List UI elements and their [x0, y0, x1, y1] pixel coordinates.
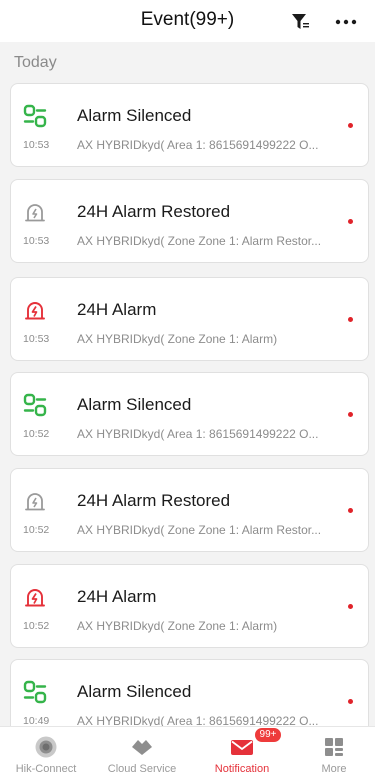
event-card[interactable]: 24H Alarm Restored 10:53 AX HYBRIDkyd( Z…: [10, 179, 369, 263]
header: Event(99+): [0, 0, 375, 42]
tab-notification[interactable]: 99+ Notification: [202, 727, 282, 779]
event-title: 24H Alarm Restored: [77, 491, 231, 510]
event-card[interactable]: 24H Alarm 10:52 AX HYBRIDkyd( Zone Zone …: [10, 564, 369, 648]
alarm-restored-icon: [25, 204, 45, 222]
unread-dot: [348, 219, 353, 224]
unread-dot: [348, 412, 353, 417]
event-description: AX HYBRIDkyd( Area 1: 8615691499222 O...: [77, 427, 319, 441]
more-options-icon[interactable]: [333, 12, 359, 32]
tab-more[interactable]: More: [294, 727, 374, 779]
section-label-today: Today: [14, 54, 57, 71]
filter-icon[interactable]: [291, 12, 311, 32]
alarm-silenced-icon: [23, 680, 47, 704]
event-card[interactable]: 24H Alarm Restored 10:52 AX HYBRIDkyd( Z…: [10, 468, 369, 552]
notification-badge: 99+: [254, 727, 282, 743]
event-card[interactable]: 24H Alarm 10:53 AX HYBRIDkyd( Zone Zone …: [10, 277, 369, 361]
unread-dot: [348, 317, 353, 322]
event-description: AX HYBRIDkyd( Zone Zone 1: Alarm Restor.…: [77, 523, 322, 537]
event-description: AX HYBRIDkyd( Zone Zone 1: Alarm): [77, 332, 278, 346]
tab-label: Cloud Service: [107, 763, 177, 775]
event-description: AX HYBRIDkyd( Area 1: 8615691499222 O...: [77, 138, 319, 152]
event-title: 24H Alarm: [77, 300, 157, 319]
event-card[interactable]: Alarm Silenced 10:53 AX HYBRIDkyd( Area …: [10, 83, 369, 167]
alarm-icon: [25, 302, 45, 320]
tab-cloud-service[interactable]: Cloud Service: [102, 727, 182, 779]
event-time: 10:53: [23, 333, 50, 345]
cloud-service-icon: [132, 740, 152, 755]
tab-label: Notification: [214, 763, 270, 775]
event-description: AX HYBRIDkyd( Zone Zone 1: Alarm): [77, 619, 278, 633]
unread-dot: [348, 604, 353, 609]
unread-dot: [348, 508, 353, 513]
alarm-icon: [25, 589, 45, 607]
event-time: 10:53: [23, 139, 50, 151]
event-card[interactable]: Alarm Silenced 10:52 AX HYBRIDkyd( Area …: [10, 372, 369, 456]
event-description: AX HYBRIDkyd( Zone Zone 1: Alarm Restor.…: [77, 234, 322, 248]
alarm-silenced-icon: [23, 104, 47, 128]
event-title: 24H Alarm Restored: [77, 202, 231, 221]
alarm-silenced-icon: [23, 393, 47, 417]
mail-icon: [231, 740, 253, 755]
more-grid-icon: [325, 738, 343, 756]
bottom-tab-bar: Hik-Connect Cloud Service 99+ Notificati…: [0, 726, 375, 779]
tab-label: Hik-Connect: [15, 763, 77, 775]
event-time: 10:53: [23, 235, 50, 247]
event-time: 10:52: [23, 428, 50, 440]
event-time: 10:52: [23, 524, 50, 536]
page-title: Event(99+): [140, 9, 235, 30]
unread-dot: [348, 699, 353, 704]
event-title: 24H Alarm: [77, 587, 157, 606]
tab-label: More: [321, 763, 347, 775]
event-time: 10:52: [23, 620, 50, 632]
unread-dot: [348, 123, 353, 128]
tab-hik-connect[interactable]: Hik-Connect: [6, 727, 86, 779]
hik-connect-icon: [35, 736, 57, 758]
event-title: Alarm Silenced: [77, 395, 192, 414]
alarm-restored-icon: [25, 493, 45, 511]
event-title: Alarm Silenced: [77, 682, 192, 701]
event-title: Alarm Silenced: [77, 106, 192, 125]
